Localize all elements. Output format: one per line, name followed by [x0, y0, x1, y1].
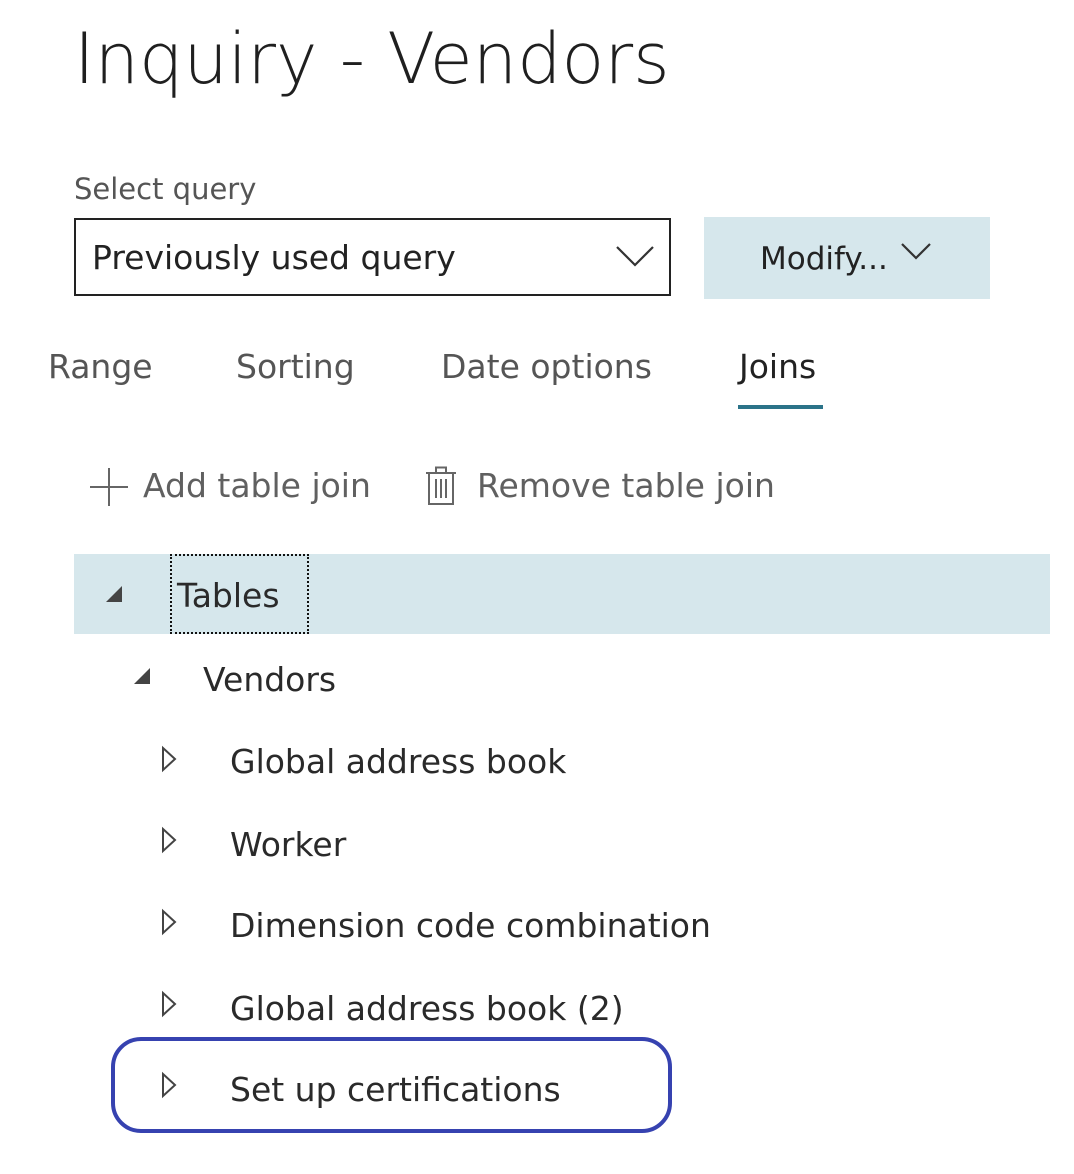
- tree-item-vendors[interactable]: Vendors: [74, 640, 1050, 720]
- tree-item-global-address-book[interactable]: Global address book: [74, 721, 1050, 801]
- tree-item-worker[interactable]: Worker: [74, 804, 1050, 884]
- tree-item-global-address-book-2[interactable]: Global address book (2): [74, 968, 1050, 1048]
- tree-item-label: Worker: [230, 825, 347, 864]
- modify-button-label: Modify...: [760, 241, 888, 277]
- tree-item-label: Global address book: [230, 742, 567, 781]
- expand-triangle-icon[interactable]: [160, 745, 178, 773]
- collapse-triangle-icon[interactable]: [104, 584, 126, 606]
- page-title: Inquiry - Vendors: [74, 18, 670, 100]
- highlight-annotation: [111, 1037, 672, 1133]
- collapse-triangle-icon[interactable]: [132, 666, 154, 688]
- add-table-join-button[interactable]: Add table join: [88, 464, 380, 508]
- trash-icon: [426, 466, 456, 505]
- tab-date-options[interactable]: Date options: [441, 345, 652, 389]
- select-query-value: Previously used query: [92, 238, 456, 277]
- add-table-join-label: Add table join: [143, 466, 371, 505]
- tab-range[interactable]: Range: [48, 345, 153, 389]
- tab-active-indicator: [738, 405, 823, 409]
- remove-table-join-label: Remove table join: [477, 466, 775, 505]
- chevron-down-icon: [901, 243, 931, 260]
- modify-button[interactable]: Modify...: [704, 217, 990, 299]
- tab-sorting[interactable]: Sorting: [236, 345, 355, 389]
- tree-item-label: Vendors: [203, 660, 337, 699]
- chevron-down-icon: [616, 246, 654, 267]
- tree-item-label: Tables: [177, 576, 280, 615]
- expand-triangle-icon[interactable]: [160, 826, 178, 854]
- tree-item-label: Global address book (2): [230, 989, 624, 1028]
- expand-triangle-icon[interactable]: [160, 908, 178, 936]
- remove-table-join-button[interactable]: Remove table join: [424, 464, 780, 508]
- plus-icon: [90, 468, 128, 506]
- tree-item-dimension-code-combination[interactable]: Dimension code combination: [74, 886, 1050, 966]
- tree-item-label: Dimension code combination: [230, 906, 711, 945]
- select-query-dropdown[interactable]: Previously used query: [74, 218, 671, 296]
- tab-joins[interactable]: Joins: [739, 345, 816, 389]
- tree-item-tables[interactable]: Tables: [74, 554, 1050, 634]
- expand-triangle-icon[interactable]: [160, 990, 178, 1018]
- select-query-label: Select query: [74, 172, 257, 206]
